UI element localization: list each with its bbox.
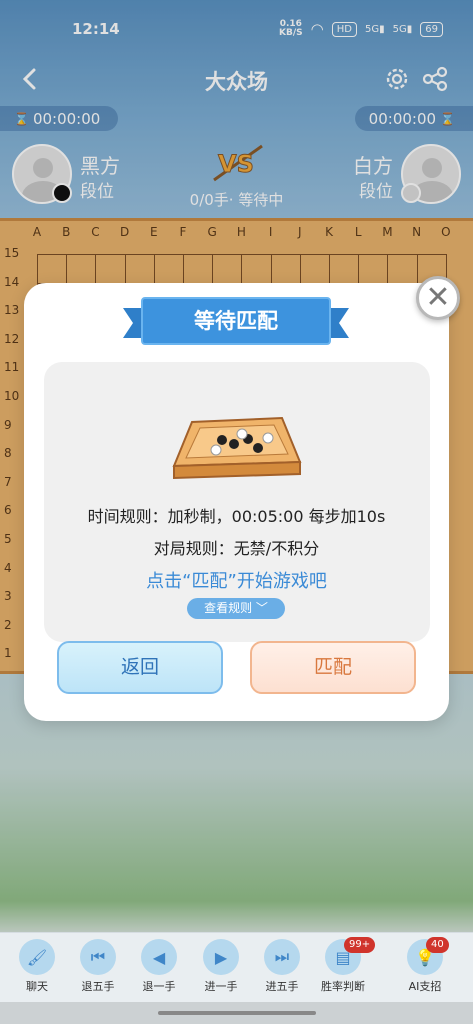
toolbar-item[interactable]: ▶ 进一手 <box>192 939 250 999</box>
chevron-down-icon: ﹀ <box>255 601 268 615</box>
dialog-title: 等待匹配 <box>194 309 278 333</box>
toolbar-item-label: AI支招 <box>408 980 442 993</box>
close-icon: ✕ <box>425 280 451 315</box>
close-button[interactable]: ✕ <box>416 276 460 320</box>
bottom-toolbar: 🖌 聊天 ⏮ 退五手 ◀ 退一手 ▶ 进一手 ⏭ 进五手 ▤ 胜率判断 99+ 💡 AI支招 40 <box>0 932 473 1002</box>
time-rule-text: 时间规则：加秒制，00:05:00 每步加10s <box>87 507 386 526</box>
view-rules-button[interactable]: 查看规则 ﹀ <box>187 598 285 619</box>
gomoku-board-icon <box>172 416 302 480</box>
toolbar-item[interactable]: 💡 AI支招 40 <box>396 937 454 999</box>
step-forward-icon: ▶ <box>203 939 239 975</box>
back-button[interactable]: 返回 <box>57 641 223 694</box>
toolbar-item-label: 胜率判断 <box>321 980 365 993</box>
toolbar-item-label: 进一手 <box>204 980 238 993</box>
toolbar-item-label: 退五手 <box>81 980 115 993</box>
toolbar-item[interactable]: 🖌 聊天 <box>8 939 66 999</box>
brush-icon: 🖌 <box>19 939 55 975</box>
skip-forward-icon: ⏭ <box>264 939 300 975</box>
toolbar-item[interactable]: ▤ 胜率判断 99+ <box>314 937 376 999</box>
toolbar-item-label: 退一手 <box>142 980 176 993</box>
game-rule-text: 对局规则：无禁/不积分 <box>153 539 320 558</box>
skip-back-icon: ⏮ <box>80 939 116 975</box>
toolbar-item[interactable]: ⏭ 进五手 <box>253 939 311 999</box>
toolbar-item-label: 进五手 <box>265 980 299 993</box>
toolbar-item-label: 聊天 <box>26 980 48 993</box>
toolbar-item[interactable]: ⏮ 退五手 <box>69 939 127 999</box>
match-button[interactable]: 匹配 <box>250 641 416 694</box>
step-back-icon: ◀ <box>141 939 177 975</box>
count-badge: 99+ <box>344 937 376 953</box>
count-badge: 40 <box>426 937 449 953</box>
home-indicator[interactable] <box>158 1011 316 1015</box>
toolbar-item[interactable]: ◀ 退一手 <box>130 939 188 999</box>
match-hint-text: 点击“匹配”开始游戏吧 <box>146 571 327 592</box>
